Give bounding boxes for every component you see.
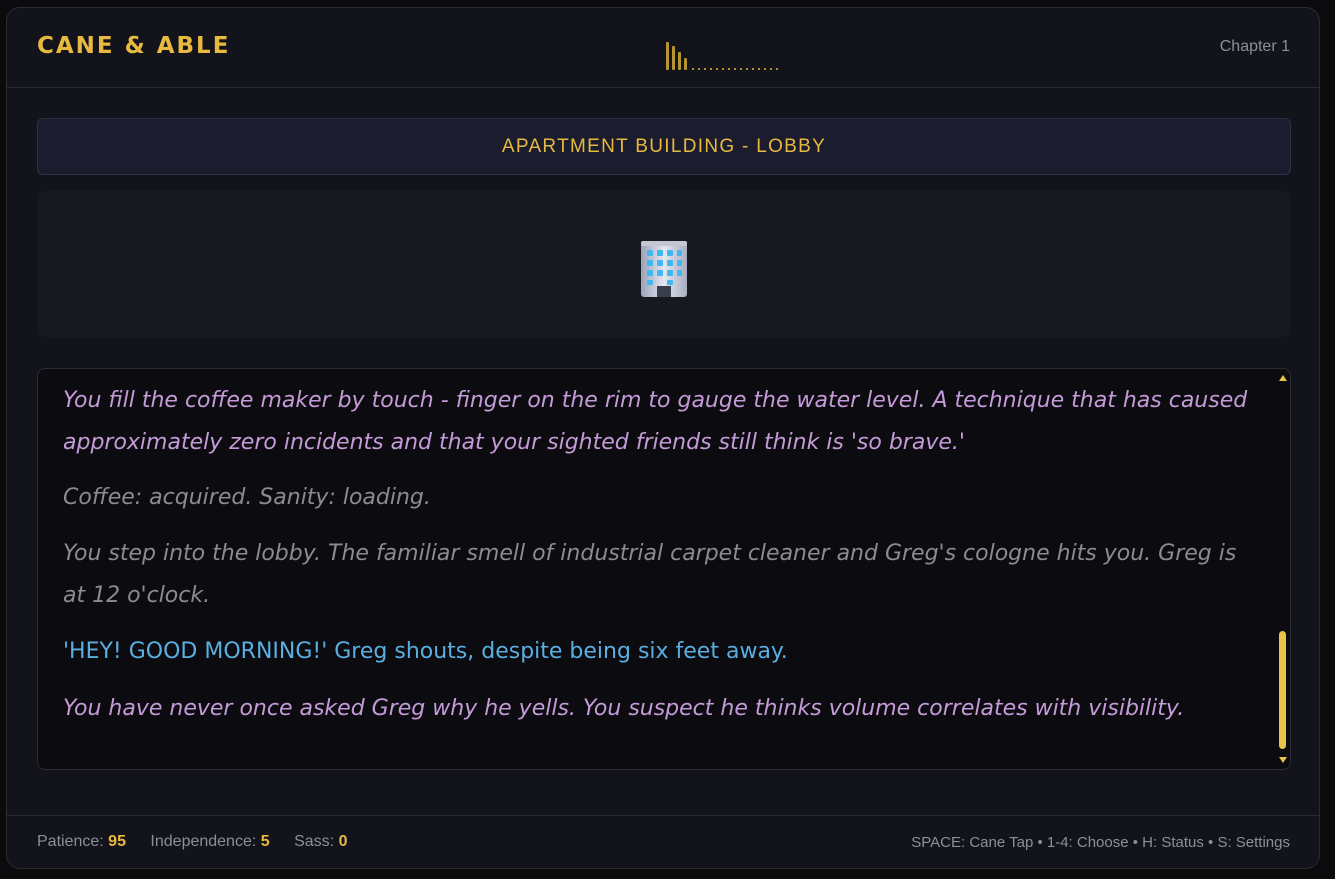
- story-log[interactable]: You fill the coffee maker by touch - fin…: [37, 368, 1291, 770]
- chapter-label: Chapter 1: [1219, 38, 1290, 55]
- log-entry-narration: You fill the coffee maker by touch - fin…: [63, 388, 1248, 455]
- game-title: CANE & ABLE: [37, 33, 231, 59]
- audio-level-dots: [690, 68, 780, 70]
- audio-level-indicator: [666, 40, 786, 72]
- audio-bar: [672, 46, 675, 70]
- audio-bar: [666, 42, 669, 70]
- stat-label: Independence:: [150, 833, 257, 850]
- scroll-down-arrow[interactable]: [1279, 757, 1287, 763]
- stat-value: 5: [260, 833, 270, 850]
- log-entry-dialogue: 'HEY! GOOD MORNING!' Greg shouts, despit…: [63, 639, 788, 664]
- stat-value: 95: [108, 833, 126, 850]
- stat-independence: Independence: 5: [150, 833, 274, 850]
- location-banner: APARTMENT BUILDING - LOBBY: [37, 118, 1291, 175]
- keyboard-help: SPACE: Cane Tap • 1-4: Choose • H: Statu…: [911, 834, 1290, 851]
- scene-panel: [37, 191, 1291, 337]
- audio-bar: [678, 52, 681, 70]
- status-footer: Patience: 95 Independence: 5 Sass: 0 SPA…: [7, 815, 1319, 868]
- stat-value: 0: [338, 833, 348, 850]
- scrollbar-thumb[interactable]: [1279, 631, 1286, 749]
- log-entry-muted: Coffee: acquired. Sanity: loading.: [63, 485, 431, 510]
- header: CANE & ABLE Chapter 1: [7, 8, 1319, 88]
- log-entry-muted: You step into the lobby. The familiar sm…: [63, 541, 1237, 608]
- stat-patience: Patience: 95: [37, 833, 130, 850]
- stats-bar: Patience: 95 Independence: 5 Sass: 0: [37, 833, 367, 851]
- office-building-icon: [641, 241, 687, 297]
- stat-label: Sass:: [294, 833, 335, 850]
- scroll-up-arrow[interactable]: [1279, 375, 1287, 381]
- stat-sass: Sass: 0: [294, 833, 347, 850]
- game-window: CANE & ABLE Chapter 1 APARTMENT BUILDING…: [6, 7, 1320, 869]
- stat-label: Patience:: [37, 833, 104, 850]
- audio-bar: [684, 58, 687, 70]
- log-entry-narration: You have never once asked Greg why he ye…: [63, 696, 1185, 721]
